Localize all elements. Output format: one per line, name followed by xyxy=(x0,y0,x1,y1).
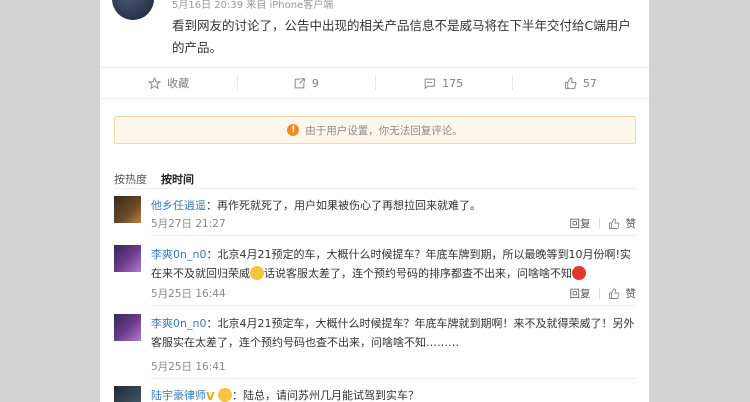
comment-content: ：北京4月21预定车，大概什么时候提车？年底车牌就到期啊！来不及就得荣威了！另外… xyxy=(151,317,635,349)
comment-item: 他乡任逍遥：再作死就死了，用户如果被伤心了再想拉回来就难了。 5月27日 21:… xyxy=(114,196,636,242)
thumbs-up-icon xyxy=(565,77,577,89)
comment-content: ：陆总，请问苏州几月能试驾到实车？ xyxy=(232,389,419,402)
like-label[interactable]: 赞 xyxy=(626,286,637,301)
verified-badge-icon: V xyxy=(206,390,215,402)
divider xyxy=(114,188,636,189)
comment-ops: 回复 赞 xyxy=(570,286,637,301)
favorite-button[interactable]: 收藏 xyxy=(100,68,237,98)
weibo-post-page: 5月16日 20:39 来自 iPhone客户端 看到网友的讨论了，公告中出现的… xyxy=(100,0,649,402)
star-icon xyxy=(148,76,162,89)
notice-text: 由于用户设置，你无法回复评论。 xyxy=(305,124,463,137)
angry-emoji-icon xyxy=(572,266,586,280)
commenter-name[interactable]: 李爽0n_n0 xyxy=(151,248,206,261)
commenter-avatar[interactable] xyxy=(114,314,141,341)
favorite-label: 收藏 xyxy=(167,77,190,90)
reply-button[interactable]: 回复 xyxy=(570,286,591,301)
comment-time: 5月25日 16:44 xyxy=(151,288,226,300)
repost-button[interactable]: 9 xyxy=(237,68,374,98)
warning-icon: ! xyxy=(287,124,300,136)
like-label[interactable]: 赞 xyxy=(626,216,637,231)
comment-ops: 回复 赞 xyxy=(570,216,637,231)
comment-text: 他乡任逍遥：再作死就死了，用户如果被伤心了再想拉回来就难了。 xyxy=(151,196,636,215)
reply-button[interactable]: 回复 xyxy=(570,216,591,231)
comment-count: 175 xyxy=(442,76,464,90)
post-action-bar: 收藏 9 175 57 xyxy=(100,67,649,99)
comment-icon xyxy=(424,78,435,89)
comment-content: ：再作死就死了，用户如果被伤心了再想拉回来就难了。 xyxy=(206,199,481,212)
thumbs-up-icon[interactable] xyxy=(608,288,620,300)
divider xyxy=(151,235,636,236)
divider xyxy=(151,378,636,379)
repost-count: 9 xyxy=(311,76,319,90)
comment-time: 5月27日 21:27 xyxy=(151,218,226,230)
divider xyxy=(598,288,600,299)
commenter-avatar[interactable] xyxy=(114,196,141,223)
comment-item: 李爽0n_n0：北京4月21预定的车，大概什么时候提车？年底车牌到期，所以最晚等… xyxy=(114,245,636,311)
commenter-name[interactable]: 他乡任逍遥 xyxy=(151,199,206,212)
like-count: 57 xyxy=(582,76,597,90)
post-meta: 5月16日 20:39 来自 iPhone客户端 xyxy=(172,0,334,11)
comment-text: 李爽0n_n0：北京4月21预定的车，大概什么时候提车？年底车牌到期，所以最晚等… xyxy=(151,245,636,283)
divider xyxy=(598,218,600,229)
comment-content-cont: 话说客服太差了，连个预约号码的排序都查不出来，问啥啥不知 xyxy=(264,267,572,280)
emoji-icon xyxy=(218,388,232,402)
commenter-name[interactable]: 李爽0n_n0 xyxy=(151,317,206,330)
like-button[interactable]: 57 xyxy=(511,68,649,98)
post-avatar[interactable] xyxy=(112,0,154,20)
reply-restriction-notice: ! 由于用户设置，你无法回复评论。 xyxy=(114,116,636,144)
comment-button[interactable]: 175 xyxy=(374,68,512,98)
comment-item: 李爽0n_n0：北京4月21预定车，大概什么时候提车？年底车牌就到期啊！来不及就… xyxy=(114,314,636,380)
commenter-avatar[interactable] xyxy=(114,245,141,272)
comment-item: 陆宇豪律师V ：陆总，请问苏州几月能试驾到实车？ xyxy=(114,386,636,402)
sort-by-time-tab[interactable]: 按时间 xyxy=(161,171,194,187)
comment-time: 5月25日 16:41 xyxy=(151,361,226,373)
embarrassed-emoji-icon xyxy=(250,266,264,280)
comment-sort-tabs: 按热度 按时间 xyxy=(114,171,194,187)
comment-text: 李爽0n_n0：北京4月21预定车，大概什么时候提车？年底车牌就到期啊！来不及就… xyxy=(151,314,636,352)
sort-by-hot-tab[interactable]: 按热度 xyxy=(114,171,147,187)
repost-icon xyxy=(294,77,305,88)
post-text: 看到网友的讨论了，公告中出现的相关产品信息不是威马将在下半年交付给C端用户的产品… xyxy=(172,18,631,55)
comment-text: 陆宇豪律师V ：陆总，请问苏州几月能试驾到实车？ xyxy=(151,386,636,402)
divider xyxy=(151,305,636,306)
thumbs-up-icon[interactable] xyxy=(608,218,620,230)
commenter-name[interactable]: 陆宇豪律师 xyxy=(151,389,206,402)
commenter-avatar[interactable] xyxy=(114,386,141,402)
